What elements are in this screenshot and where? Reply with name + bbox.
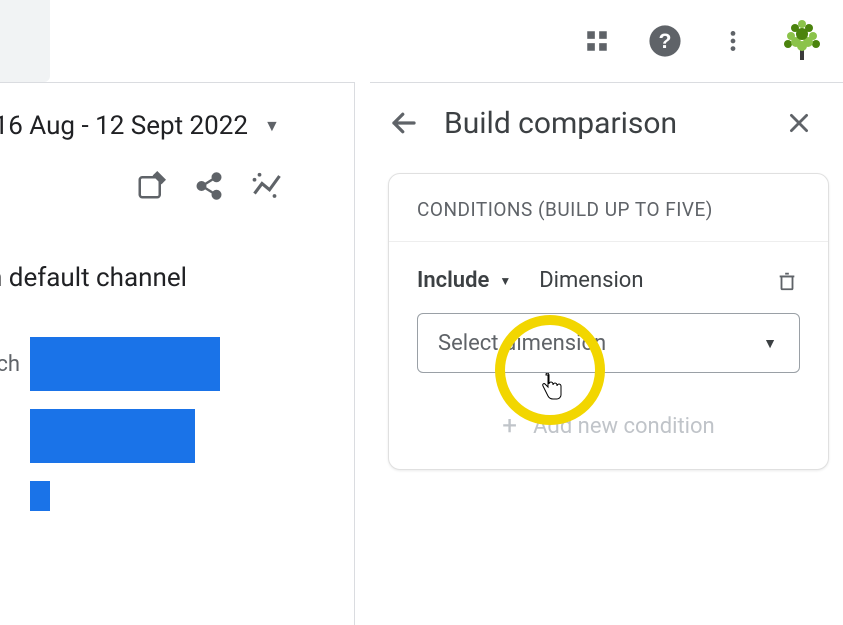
build-comparison-panel: Build comparison CONDITIONS (BUILD UP TO… <box>370 82 843 625</box>
chevron-down-icon: ▼ <box>264 116 280 136</box>
close-button[interactable] <box>779 103 819 143</box>
date-range-picker[interactable]: ays 16 Aug - 12 Sept 2022 ▼ <box>0 111 354 141</box>
select-dimension-placeholder: Select dimension <box>438 331 606 356</box>
chart-bar <box>30 409 195 463</box>
add-condition-button[interactable]: + Add new condition <box>389 411 828 441</box>
plus-icon: + <box>502 411 517 441</box>
account-avatar-icon[interactable] <box>781 20 823 62</box>
chevron-down-icon: ▼ <box>499 274 511 288</box>
overflow-menu-icon[interactable] <box>713 21 753 61</box>
apps-icon[interactable] <box>577 21 617 61</box>
report-actions <box>0 171 354 203</box>
share-icon[interactable] <box>194 171 226 203</box>
chart-title: ssion default channel <box>0 263 354 293</box>
chart-bar-row: ch <box>0 337 354 391</box>
condition-row: Include ▼ Dimension <box>389 242 828 309</box>
include-label: Include <box>417 268 489 293</box>
date-range-text: 16 Aug - 12 Sept 2022 <box>0 111 248 141</box>
header-placeholder <box>0 0 50 82</box>
include-dropdown[interactable]: Include ▼ <box>417 268 511 293</box>
panel-header: Build comparison <box>370 83 843 163</box>
chart-bar <box>30 481 50 511</box>
back-button[interactable] <box>384 103 424 143</box>
dimension-label: Dimension <box>539 268 643 293</box>
chart-bar <box>30 337 220 391</box>
conditions-card: CONDITIONS (BUILD UP TO FIVE) Include ▼ … <box>388 173 829 470</box>
bar-label: ch <box>0 352 30 377</box>
insights-icon[interactable] <box>252 171 284 203</box>
conditions-header: CONDITIONS (BUILD UP TO FIVE) <box>389 174 828 242</box>
chart-bar-row <box>0 481 354 511</box>
add-condition-label: Add new condition <box>533 414 715 439</box>
chart-bar-row <box>0 409 354 463</box>
help-icon[interactable]: ? <box>645 21 685 61</box>
select-dimension-dropdown[interactable]: Select dimension ▼ <box>417 313 800 373</box>
svg-text:?: ? <box>659 29 672 53</box>
delete-condition-button[interactable] <box>776 269 800 293</box>
panel-title: Build comparison <box>444 106 779 141</box>
top-header: ? <box>0 0 843 82</box>
chevron-down-icon: ▼ <box>763 335 777 352</box>
customize-report-icon[interactable] <box>136 171 168 203</box>
report-pane: ays 16 Aug - 12 Sept 2022 ▼ ssion defaul… <box>0 82 355 625</box>
